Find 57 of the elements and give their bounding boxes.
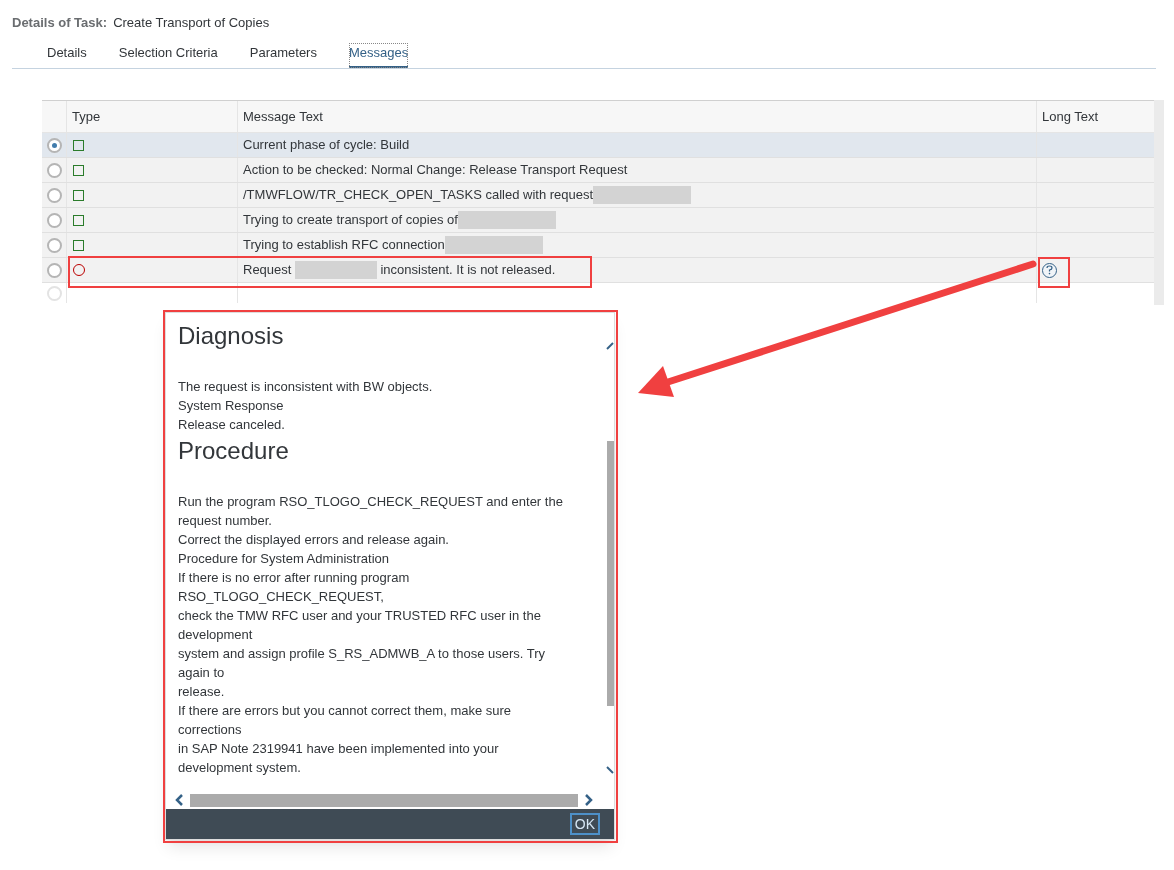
scroll-left-icon[interactable] bbox=[174, 794, 184, 806]
text-line: Correct the displayed errors and release again. bbox=[178, 531, 450, 549]
row-radio[interactable] bbox=[46, 237, 62, 253]
text-line: in SAP Note 2319941 have been implemented into your bbox=[178, 740, 500, 758]
text-line: check the TMW RFC user and your TRUSTED RFC user in the bbox=[178, 607, 542, 625]
help-icon[interactable] bbox=[1042, 262, 1057, 278]
text-line: Run the program RSO_TLOGO_CHECK_REQUEST and enter the bbox=[178, 493, 564, 511]
text-line: Release canceled. bbox=[178, 416, 286, 434]
text-line: If there are errors but you cannot correct them, make sure bbox=[178, 702, 513, 720]
text-line: development system. bbox=[178, 759, 302, 777]
message-text: Trying to create transport of copies of bbox=[243, 211, 458, 230]
scroll-right-icon[interactable] bbox=[584, 794, 594, 806]
text-line: development bbox=[178, 626, 254, 644]
task-title: Create Transport of Copies bbox=[113, 14, 270, 32]
message-text: inconsistent. It is not released. bbox=[380, 261, 556, 280]
row-radio[interactable] bbox=[46, 212, 62, 228]
message-text: Trying to establish RFC connection bbox=[243, 236, 445, 255]
text-line: corrections bbox=[178, 721, 243, 739]
message-text: Action to be checked: Normal Change: Release Transport Request bbox=[243, 161, 628, 180]
success-square-icon bbox=[73, 189, 84, 201]
tab[interactable]: Messages bbox=[348, 42, 409, 68]
scrollbar[interactable] bbox=[1154, 100, 1164, 305]
column-header: Long Text bbox=[1042, 107, 1099, 126]
text-line: Procedure for System Administration bbox=[178, 550, 390, 568]
tab[interactable]: Details bbox=[47, 42, 87, 68]
success-square-icon bbox=[73, 164, 84, 176]
text-line: release. bbox=[178, 683, 226, 701]
row-radio[interactable] bbox=[46, 262, 62, 278]
highlight-frame bbox=[1038, 257, 1070, 288]
scroll-up-icon[interactable] bbox=[606, 341, 614, 351]
text-line: request number. bbox=[178, 512, 273, 530]
message-text: Request bbox=[243, 261, 292, 280]
text-line: System Response bbox=[178, 397, 285, 415]
column-header: Message Text bbox=[243, 107, 323, 126]
message-text: Current phase of cycle: Build bbox=[243, 136, 410, 155]
ok-button[interactable]: OK bbox=[569, 813, 600, 835]
text-line: system and assign profile S_RS_ADMWB_A to those users. Try bbox=[178, 645, 547, 663]
scroll-down-icon[interactable] bbox=[606, 765, 614, 775]
row-radio[interactable] bbox=[46, 162, 62, 178]
section-heading: Diagnosis bbox=[178, 321, 285, 351]
success-square-icon bbox=[73, 139, 84, 151]
tab[interactable]: Selection Criteria bbox=[118, 42, 218, 68]
row-radio[interactable] bbox=[46, 137, 62, 153]
header-label: Details of Task: bbox=[12, 14, 108, 32]
tab[interactable]: Parameters bbox=[249, 42, 317, 68]
horizontal-scrollbar[interactable] bbox=[190, 793, 578, 807]
text-line: The request is inconsistent with BW objects. bbox=[178, 378, 434, 396]
text-line: RSO_TLOGO_CHECK_REQUEST, bbox=[178, 588, 385, 606]
success-square-icon bbox=[73, 239, 84, 251]
text-line: again to bbox=[178, 664, 226, 682]
row-radio[interactable] bbox=[46, 187, 62, 203]
vertical-scrollbar[interactable] bbox=[607, 441, 614, 706]
message-text: /TMWFLOW/TR_CHECK_OPEN_TASKS called with request bbox=[243, 186, 594, 205]
success-square-icon bbox=[73, 214, 84, 226]
column-header: Type bbox=[72, 107, 101, 126]
section-heading: Procedure bbox=[178, 436, 290, 466]
text-line: If there is no error after running program bbox=[178, 569, 411, 587]
